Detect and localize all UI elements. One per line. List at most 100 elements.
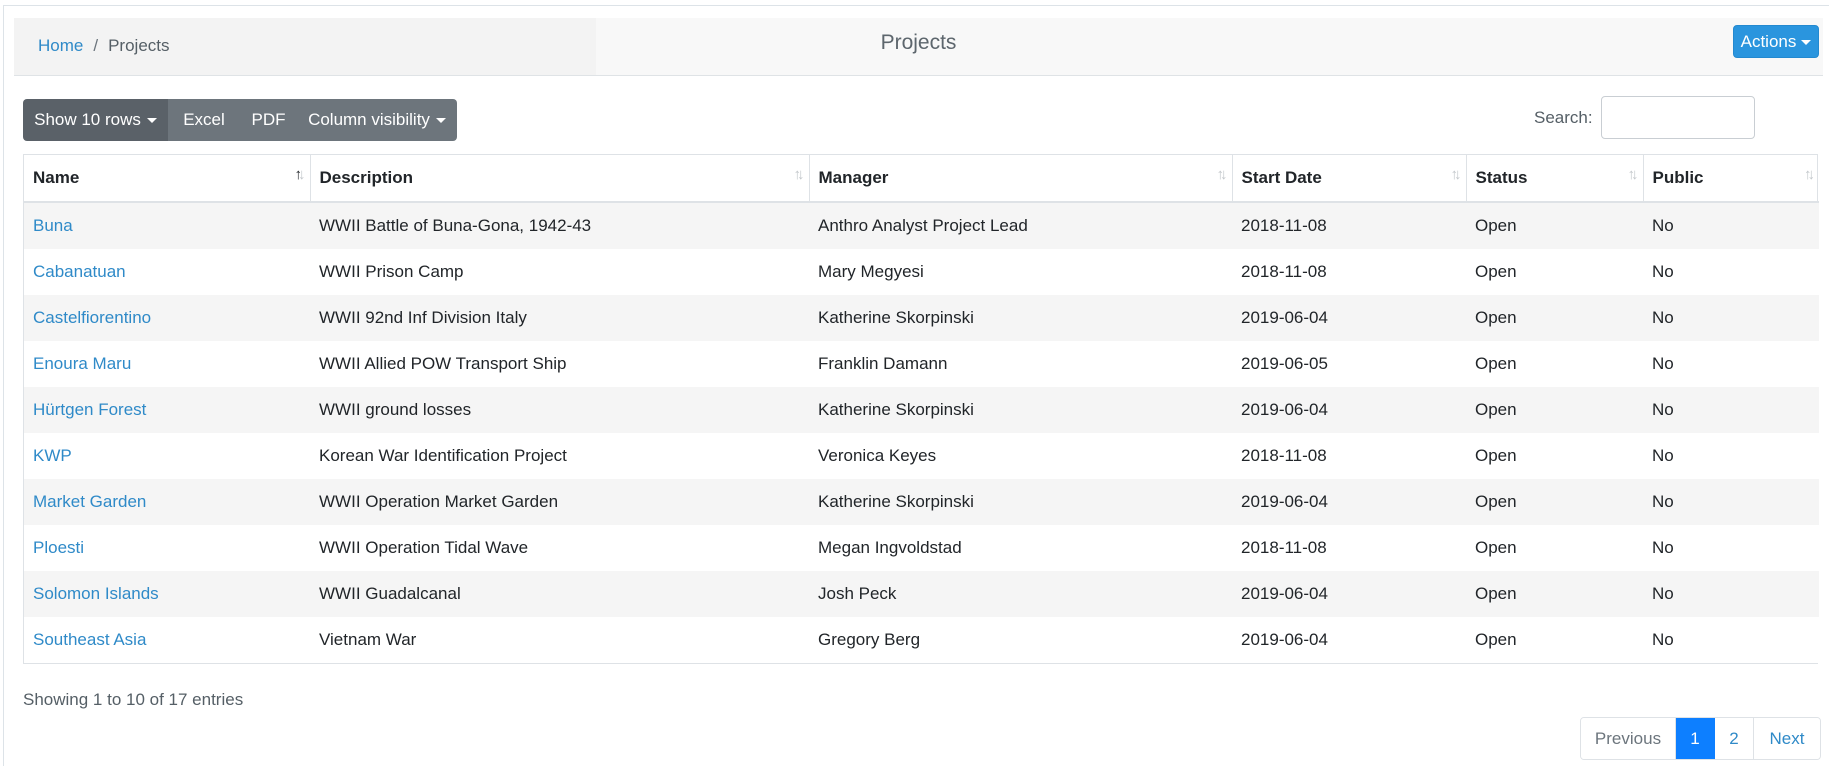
table-row: Castelfiorentino WWII 92nd Inf Division … — [24, 295, 1819, 341]
project-name-link[interactable]: Buna — [24, 202, 310, 249]
project-public: No — [1643, 525, 1819, 571]
project-start-date: 2019-06-04 — [1232, 617, 1466, 663]
column-header-status[interactable]: Status ↑↓ — [1466, 155, 1644, 203]
search-label: Search: — [1534, 107, 1593, 127]
project-name-link[interactable]: KWP — [24, 433, 310, 479]
project-name-link[interactable]: Southeast Asia — [24, 617, 310, 663]
table-row: KWP Korean War Identification Project Ve… — [24, 433, 1819, 479]
project-status: Open — [1466, 479, 1643, 525]
pdf-export-button[interactable]: PDF — [240, 99, 297, 141]
sort-arrows-icon: ↑↓ — [1216, 166, 1228, 183]
column-header-label: Status — [1475, 168, 1528, 187]
project-start-date: 2018-11-08 — [1232, 433, 1466, 479]
table-row: Buna WWII Battle of Buna-Gona, 1942-43 A… — [24, 202, 1819, 249]
table-row: Market Garden WWII Operation Market Gard… — [24, 479, 1819, 525]
show-rows-button[interactable]: Show 10 rows — [23, 99, 168, 141]
project-start-date: 2018-11-08 — [1232, 249, 1466, 295]
project-manager: Mary Megyesi — [809, 249, 1232, 295]
project-start-date: 2019-06-04 — [1232, 295, 1466, 341]
column-header-label: Start Date — [1241, 168, 1322, 187]
actions-button[interactable]: Actions — [1733, 25, 1819, 58]
project-status: Open — [1466, 341, 1643, 387]
pagination: Previous 1 2 Next — [1580, 717, 1821, 760]
table-row: Cabanatuan WWII Prison Camp Mary Megyesi… — [24, 249, 1819, 295]
projects-table: Name ↑↓ Description ↑↓ Manager ↑↓ Start … — [24, 155, 1819, 663]
column-header-label: Name — [33, 168, 80, 187]
project-description: WWII Operation Market Garden — [310, 479, 809, 525]
project-manager: Veronica Keyes — [809, 433, 1232, 479]
project-start-date: 2019-06-04 — [1232, 571, 1466, 617]
project-name-link[interactable]: Castelfiorentino — [24, 295, 310, 341]
project-status: Open — [1466, 433, 1643, 479]
project-manager: Katherine Skorpinski — [809, 295, 1232, 341]
project-manager: Josh Peck — [809, 571, 1232, 617]
project-start-date: 2018-11-08 — [1232, 202, 1466, 249]
project-name-link[interactable]: Enoura Maru — [24, 341, 310, 387]
sort-arrows-icon: ↑↓ — [1627, 166, 1639, 183]
project-description: WWII ground losses — [310, 387, 809, 433]
column-visibility-button[interactable]: Column visibility — [297, 99, 457, 141]
project-status: Open — [1466, 525, 1643, 571]
pagination-page-1[interactable]: 1 — [1676, 718, 1715, 759]
column-header-name[interactable]: Name ↑↓ — [24, 155, 311, 203]
pagination-page-2[interactable]: 2 — [1715, 718, 1754, 759]
pdf-label: PDF — [251, 110, 286, 129]
project-description: WWII Allied POW Transport Ship — [310, 341, 809, 387]
sort-arrows-icon: ↑↓ — [1450, 166, 1462, 183]
top-bar: Home / Projects Projects Actions — [14, 18, 1823, 76]
table-toolbar: Show 10 rows Excel PDF Column visibility — [23, 99, 457, 141]
project-description: WWII Prison Camp — [310, 249, 809, 295]
projects-table-container: Name ↑↓ Description ↑↓ Manager ↑↓ Start … — [23, 154, 1819, 664]
project-start-date: 2019-06-04 — [1232, 479, 1466, 525]
project-public: No — [1643, 202, 1819, 249]
project-status: Open — [1466, 295, 1643, 341]
project-manager: Katherine Skorpinski — [809, 387, 1232, 433]
column-header-start-date[interactable]: Start Date ↑↓ — [1232, 155, 1467, 203]
project-public: No — [1643, 387, 1819, 433]
project-manager: Anthro Analyst Project Lead — [809, 202, 1232, 249]
project-description: Korean War Identification Project — [310, 433, 809, 479]
project-name-link[interactable]: Ploesti — [24, 525, 310, 571]
column-header-public[interactable]: Public ↑↓ — [1643, 155, 1819, 203]
project-status: Open — [1466, 387, 1643, 433]
column-header-label: Public — [1652, 168, 1704, 187]
sort-arrows-icon: ↑↓ — [793, 166, 805, 183]
project-public: No — [1643, 479, 1819, 525]
project-public: No — [1643, 617, 1819, 663]
pagination-previous[interactable]: Previous — [1581, 718, 1676, 759]
excel-export-button[interactable]: Excel — [168, 99, 240, 141]
project-public: No — [1643, 571, 1819, 617]
project-name-link[interactable]: Hürtgen Forest — [24, 387, 310, 433]
search-input[interactable] — [1600, 96, 1755, 139]
project-public: No — [1643, 295, 1819, 341]
table-header-row: Name ↑↓ Description ↑↓ Manager ↑↓ Start … — [24, 155, 1819, 203]
project-manager: Gregory Berg — [809, 617, 1232, 663]
table-row: Ploesti WWII Operation Tidal Wave Megan … — [24, 525, 1819, 571]
project-name-link[interactable]: Market Garden — [24, 479, 310, 525]
table-row: Southeast Asia Vietnam War Gregory Berg … — [24, 617, 1819, 663]
project-manager: Franklin Damann — [809, 341, 1232, 387]
column-header-description[interactable]: Description ↑↓ — [310, 155, 810, 203]
caret-down-icon — [1801, 39, 1812, 45]
actions-button-label: Actions — [1740, 31, 1797, 51]
table-row: Solomon Islands WWII Guadalcanal Josh Pe… — [24, 571, 1819, 617]
page-title: Projects — [880, 31, 957, 54]
column-header-label: Manager — [818, 168, 889, 187]
project-description: Vietnam War — [310, 617, 809, 663]
project-description: WWII Battle of Buna-Gona, 1942-43 — [310, 202, 809, 249]
project-manager: Katherine Skorpinski — [809, 479, 1232, 525]
caret-down-icon — [146, 118, 157, 123]
project-public: No — [1643, 433, 1819, 479]
pagination-next[interactable]: Next — [1754, 718, 1820, 759]
project-status: Open — [1466, 249, 1643, 295]
project-name-link[interactable]: Cabanatuan — [24, 249, 310, 295]
project-status: Open — [1466, 202, 1643, 249]
column-visibility-label: Column visibility — [308, 110, 430, 129]
column-header-manager[interactable]: Manager ↑↓ — [809, 155, 1233, 203]
project-name-link[interactable]: Solomon Islands — [24, 571, 310, 617]
search-area: Search: — [1534, 96, 1755, 139]
page-frame: Home / Projects Projects Actions Show 10… — [3, 5, 1829, 766]
project-start-date: 2018-11-08 — [1232, 525, 1466, 571]
project-description: WWII 92nd Inf Division Italy — [310, 295, 809, 341]
table-row: Enoura Maru WWII Allied POW Transport Sh… — [24, 341, 1819, 387]
